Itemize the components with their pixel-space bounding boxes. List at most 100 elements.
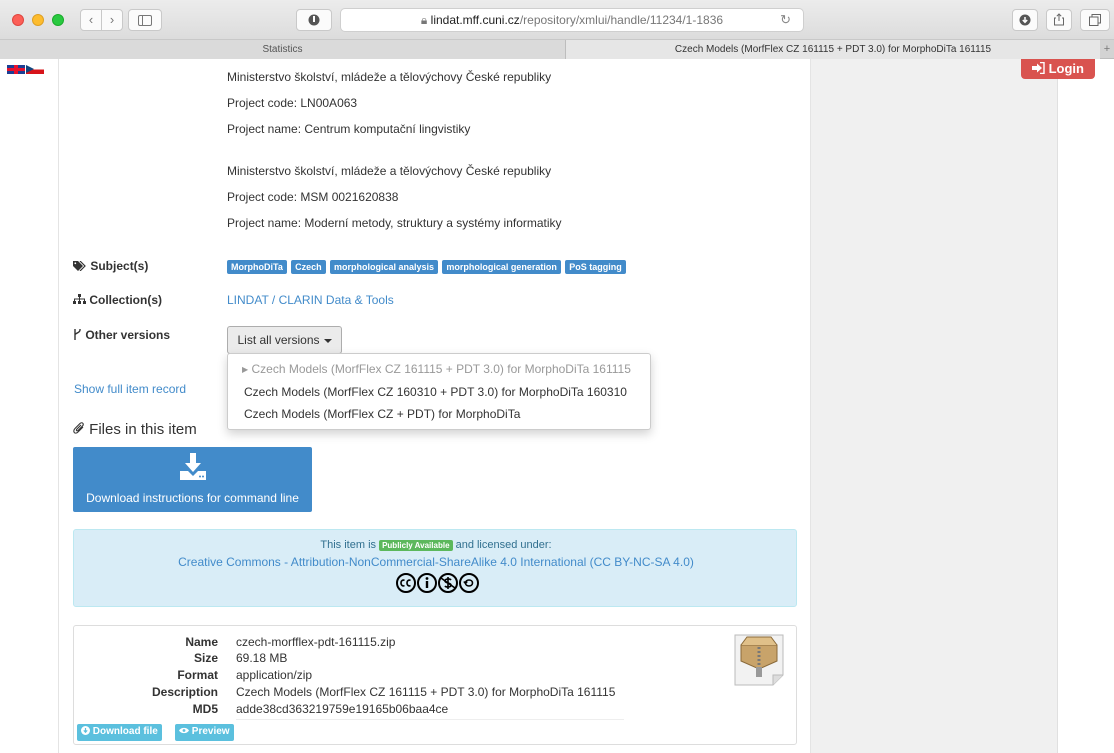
close-window-button[interactable] xyxy=(12,14,24,26)
web-page: Login Ministerstvo školství, mládeže a t… xyxy=(0,59,1114,753)
download-instructions-label: Download instructions for command line xyxy=(86,491,299,505)
caret-down-icon xyxy=(323,338,332,343)
zip-file-icon[interactable] xyxy=(731,631,787,687)
subject-tag[interactable]: morphological analysis xyxy=(330,260,439,274)
subjects-label-text: Subject(s) xyxy=(90,259,149,273)
czech-flag-icon[interactable] xyxy=(26,65,44,74)
files-heading: Files in this item xyxy=(73,421,197,438)
download-circle-icon xyxy=(1019,14,1031,26)
license-prefix: This item is xyxy=(320,539,377,551)
tabs-icon xyxy=(1089,14,1101,26)
sidebar-toggle-button[interactable] xyxy=(128,9,162,31)
show-full-record-link[interactable]: Show full item record xyxy=(74,382,186,396)
share-button[interactable] xyxy=(1046,9,1072,31)
version-item-current[interactable]: ▶ Czech Models (MorfFlex CZ 161115 + PDT… xyxy=(242,362,631,376)
nc-icon xyxy=(438,573,458,593)
address-bar[interactable]: 🔒︎ lindat.mff.cuni.cz/repository/xmlui/h… xyxy=(340,8,804,32)
file-description: Czech Models (MorfFlex CZ 161115 + PDT 3… xyxy=(236,685,616,699)
file-format: application/zip xyxy=(236,668,313,682)
file-format-label: Format xyxy=(177,668,218,682)
login-label: Login xyxy=(1048,61,1084,76)
file-size: 69.18 MB xyxy=(236,651,288,665)
subject-tag[interactable]: PoS tagging xyxy=(565,260,626,274)
license-link[interactable]: Creative Commons - Attribution-NonCommer… xyxy=(74,555,798,569)
url-path: /repository/xmlui/handle/11234/1-1836 xyxy=(519,13,724,27)
login-button[interactable]: Login xyxy=(1021,59,1095,79)
versions-dropdown: ▶ Czech Models (MorfFlex CZ 161115 + PDT… xyxy=(227,353,651,430)
preview-label: Preview xyxy=(191,726,230,737)
publicly-available-badge: Publicly Available xyxy=(379,539,453,551)
tab-bar: Statistics Czech Models (MorfFlex CZ 161… xyxy=(0,40,1114,59)
download-icon xyxy=(180,453,206,480)
shield-icon xyxy=(308,14,320,26)
tab-czech-models[interactable]: Czech Models (MorfFlex CZ 161115 + PDT 3… xyxy=(566,40,1100,59)
download-file-label: Download file xyxy=(92,726,158,737)
tags-icon xyxy=(73,260,86,272)
caret-right-icon: ▶ xyxy=(242,365,249,374)
privacy-button[interactable] xyxy=(296,9,332,31)
sign-in-icon xyxy=(1031,61,1045,75)
eye-icon xyxy=(179,727,189,734)
subject-tags: MorphoDiTa Czech morphological analysis … xyxy=(227,259,627,274)
subjects-label: Subject(s) xyxy=(73,259,148,273)
funder-1-name: Ministerstvo školství, mládeže a tělovýc… xyxy=(227,70,552,84)
other-versions-label: Other versions xyxy=(73,328,170,342)
project-2-code: Project code: MSM 0021620838 xyxy=(227,190,399,204)
tab-statistics[interactable]: Statistics xyxy=(0,40,566,59)
chevron-left-icon: ‹ xyxy=(88,12,94,27)
download-circle-icon xyxy=(81,726,90,735)
version-item[interactable]: Czech Models (MorfFlex CZ + PDT) for Mor… xyxy=(244,407,520,421)
download-file-button[interactable]: Download file xyxy=(77,724,162,741)
english-flag-icon[interactable] xyxy=(7,65,25,74)
project-1-code: Project code: LN00A063 xyxy=(227,96,358,110)
file-size-label: Size xyxy=(193,651,218,665)
file-details: Name czech-morfflex-pdt-161115.zip Size … xyxy=(73,625,797,745)
right-margin xyxy=(1057,59,1114,753)
chevron-right-icon: › xyxy=(109,12,115,27)
license-availability: This item is Publicly Available and lice… xyxy=(74,539,798,551)
download-instructions-button[interactable]: Download instructions for command line xyxy=(73,447,312,512)
sitemap-icon xyxy=(73,294,86,304)
subject-tag[interactable]: morphological generation xyxy=(442,260,561,274)
funder-2-name: Ministerstvo školství, mládeže a tělovýc… xyxy=(227,164,552,178)
subject-tag[interactable]: MorphoDiTa xyxy=(227,260,287,274)
license-box: This item is Publicly Available and lice… xyxy=(73,529,797,607)
file-md5: adde38cd363219759e19165b06baa4ce xyxy=(236,702,449,716)
divider xyxy=(236,719,624,720)
version-item[interactable]: Czech Models (MorfFlex CZ 160310 + PDT 3… xyxy=(244,385,627,399)
project-2-name: Project name: Moderní metody, struktury … xyxy=(227,216,562,230)
collection-link[interactable]: LINDAT / CLARIN Data & Tools xyxy=(227,293,394,307)
url-host: lindat.mff.cuni.cz xyxy=(430,13,520,27)
lock-icon: 🔒︎ xyxy=(420,13,428,27)
new-tab-button[interactable]: + xyxy=(1100,40,1114,59)
code-fork-icon xyxy=(74,329,81,340)
subject-tag[interactable]: Czech xyxy=(291,260,326,274)
by-icon xyxy=(417,573,437,593)
cc-icon xyxy=(396,573,416,593)
file-md5-label: MD5 xyxy=(192,702,218,716)
project-1-name: Project name: Centrum komputační lingvis… xyxy=(227,122,471,136)
files-heading-text: Files in this item xyxy=(89,421,197,438)
file-name: czech-morfflex-pdt-161115.zip xyxy=(236,635,396,649)
reload-icon[interactable]: ↻ xyxy=(780,9,791,31)
browser-titlebar: ‹ › 🔒︎ lindat.mff.cuni.cz/repository/xml… xyxy=(0,0,1114,40)
license-suffix: and licensed under: xyxy=(455,539,552,551)
language-switcher xyxy=(7,65,45,79)
back-button[interactable]: ‹ xyxy=(80,9,102,31)
preview-button[interactable]: Preview xyxy=(175,724,234,741)
file-name-label: Name xyxy=(185,635,218,649)
tab-overview-button[interactable] xyxy=(1080,9,1110,31)
sa-icon xyxy=(459,573,479,593)
maximize-window-button[interactable] xyxy=(52,14,64,26)
collection-label-text: Collection(s) xyxy=(89,293,163,307)
list-all-versions-button[interactable]: List all versions xyxy=(227,326,342,354)
share-icon xyxy=(1054,13,1064,26)
paperclip-icon xyxy=(73,422,84,434)
minimize-window-button[interactable] xyxy=(32,14,44,26)
downloads-button[interactable] xyxy=(1012,9,1038,31)
forward-button[interactable]: › xyxy=(101,9,123,31)
sidebar-icon xyxy=(138,15,152,26)
file-description-label: Description xyxy=(151,685,218,699)
list-all-versions-label: List all versions xyxy=(237,333,320,347)
right-sidebar xyxy=(811,59,1057,753)
